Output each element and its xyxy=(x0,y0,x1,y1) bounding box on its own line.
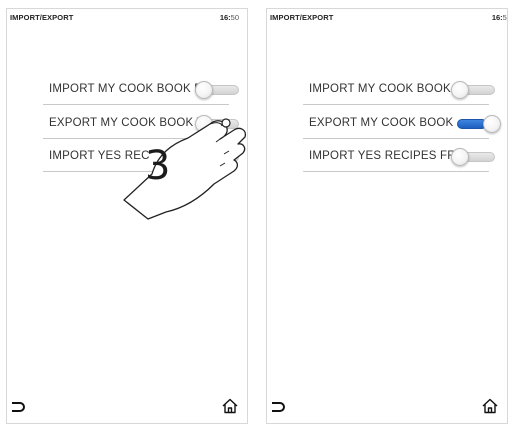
home-icon xyxy=(222,398,238,414)
row-export-cook-book[interactable]: EXPORT MY COOK BOOK xyxy=(303,113,501,139)
export-cook-book-toggle[interactable] xyxy=(455,115,501,133)
row-label: EXPORT MY COOK BOOK xyxy=(309,117,454,129)
page-title: IMPORT/EXPORT xyxy=(270,13,334,22)
clock-minutes: 50 xyxy=(502,13,507,22)
back-arrow-icon xyxy=(12,402,25,412)
row-import-cook-book[interactable]: IMPORT MY COOK BOOK F xyxy=(303,79,495,105)
import-cook-book-toggle[interactable] xyxy=(451,81,497,99)
row-import-cook-book[interactable]: IMPORT MY COOK BOOK F B xyxy=(43,79,239,105)
divider xyxy=(43,104,229,105)
home-button[interactable] xyxy=(481,397,499,415)
row-label: IMPORT MY COOK BOOK F xyxy=(49,83,202,95)
clock-hour: 16: xyxy=(219,13,231,22)
home-button[interactable] xyxy=(221,397,239,415)
divider xyxy=(303,138,489,139)
divider xyxy=(303,171,489,172)
row-label: IMPORT YES RECIPES FRO xyxy=(309,150,465,162)
page-title: IMPORT/EXPORT xyxy=(10,13,74,22)
back-button[interactable] xyxy=(9,399,27,415)
clock-hour: 16: xyxy=(491,13,503,22)
clock-minutes: 50 xyxy=(230,13,239,22)
home-icon xyxy=(482,398,498,414)
row-import-yes-recipes[interactable]: IMPORT YES RECIPES FRO xyxy=(303,146,495,172)
clock: 16:50 xyxy=(220,13,239,22)
step-number: 3 xyxy=(145,143,171,189)
clock: 16:50 xyxy=(491,13,507,22)
divider xyxy=(303,104,489,105)
back-button[interactable] xyxy=(269,399,287,415)
import-yes-recipes-toggle[interactable] xyxy=(451,148,497,166)
row-label: IMPORT MY COOK BOOK F xyxy=(309,83,462,95)
screen-result: IMPORT/EXPORT 16:50 IMPORT MY COOK BOOK … xyxy=(266,8,508,424)
status-bar: IMPORT/EXPORT 16:50 xyxy=(267,9,507,25)
back-arrow-icon xyxy=(272,402,285,412)
status-bar: IMPORT/EXPORT 16:50 xyxy=(7,9,247,25)
import-cook-book-toggle[interactable] xyxy=(195,81,241,99)
pointing-hand-icon xyxy=(123,118,246,220)
